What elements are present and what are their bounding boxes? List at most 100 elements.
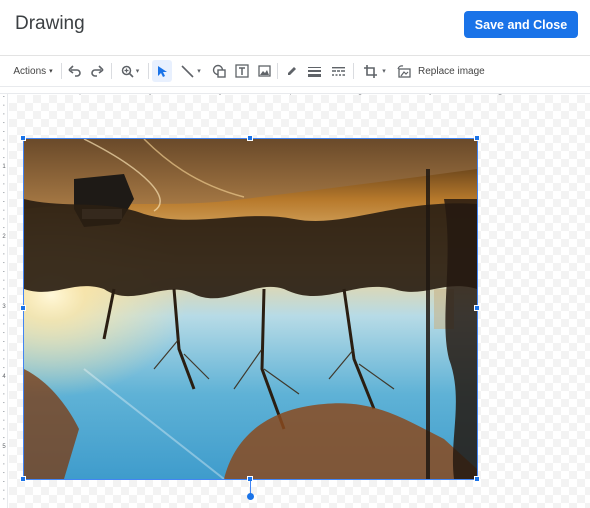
ruler-tick — [3, 244, 5, 246]
chevron-down-icon: ▾ — [382, 68, 386, 75]
line-tool-button[interactable]: ▾ — [175, 60, 207, 82]
ruler-tick — [3, 288, 5, 290]
resize-handle-bottom-left[interactable] — [20, 476, 26, 482]
ruler-tick — [3, 349, 5, 351]
line-weight-button[interactable] — [305, 60, 323, 82]
ruler-tick — [3, 472, 5, 474]
ruler-tick — [3, 402, 5, 404]
chevron-down-icon: ▾ — [135, 68, 140, 75]
zoom-button[interactable]: ▾ — [116, 60, 144, 82]
ruler-tick — [3, 192, 5, 194]
ruler-tick — [3, 367, 5, 369]
line-dash-icon — [331, 66, 345, 76]
ruler-mark: 4 — [2, 374, 6, 380]
ruler-tick — [3, 437, 5, 439]
resize-handle-right[interactable] — [474, 305, 480, 311]
ruler-tick — [3, 411, 5, 412]
shape-tool-button[interactable] — [210, 60, 228, 82]
toolbar-divider — [353, 63, 354, 79]
ruler-tick — [3, 174, 5, 176]
image-icon — [257, 65, 271, 77]
ruler-tick — [3, 498, 5, 500]
ruler-tick — [3, 297, 5, 299]
resize-handle-bottom-right[interactable] — [474, 476, 480, 482]
ruler-tick — [3, 96, 5, 97]
chevron-down-icon: ▾ — [197, 68, 201, 75]
resize-handle-top[interactable] — [247, 135, 253, 141]
select-icon — [157, 65, 167, 77]
ruler-mark: 3 — [2, 304, 6, 310]
select-tool-button[interactable] — [152, 60, 172, 82]
ruler-tick — [3, 489, 5, 491]
redo-icon — [91, 65, 104, 77]
ruler-tick — [3, 104, 5, 106]
ruler-tick — [3, 148, 5, 150]
ruler-tick — [3, 271, 5, 272]
resize-handle-left[interactable] — [20, 305, 26, 311]
resize-handle-top-left[interactable] — [20, 135, 26, 141]
rotate-handle[interactable] — [247, 493, 254, 500]
ruler-tick — [3, 481, 5, 482]
ruler-tick — [3, 419, 5, 421]
drawing-header: Drawing Save and Close — [0, 0, 590, 56]
ruler-tick — [3, 341, 5, 342]
crop-button[interactable]: ▾ — [359, 60, 391, 82]
ruler-tick — [3, 393, 5, 395]
toolbar-divider — [277, 63, 278, 79]
ruler-tick — [3, 201, 5, 202]
ruler-tick — [3, 463, 5, 465]
crop-icon — [364, 64, 378, 78]
textbox-tool-button[interactable] — [233, 60, 251, 82]
drawing-title: Drawing — [15, 13, 85, 34]
line-weight-icon — [307, 66, 321, 77]
ruler-tick — [3, 279, 5, 281]
ruler-tick — [3, 384, 5, 386]
toolbar-divider — [61, 63, 62, 79]
vertical-ruler: 1 2 3 4 5 — [0, 94, 8, 508]
ruler-tick — [3, 428, 5, 430]
ruler-tick — [3, 113, 5, 115]
shape-icon — [212, 64, 226, 78]
ruler-tick — [3, 262, 5, 264]
inserted-image[interactable] — [24, 139, 477, 479]
actions-label: Actions — [13, 65, 47, 77]
ruler-tick — [3, 332, 5, 334]
line-icon — [181, 64, 194, 78]
save-and-close-button[interactable]: Save and Close — [464, 11, 578, 38]
ruler-mark: 2 — [2, 234, 6, 240]
ruler-tick — [3, 139, 5, 141]
chevron-down-icon: ▾ — [49, 68, 53, 75]
ruler-tick — [3, 218, 5, 220]
ruler-tick — [3, 314, 5, 316]
redo-button[interactable] — [88, 60, 106, 82]
ruler-mark: 1 — [2, 164, 6, 170]
ruler-tick — [3, 227, 5, 229]
toolbar-divider — [148, 63, 149, 79]
zoom-icon — [121, 65, 134, 78]
ruler-tick — [3, 131, 5, 132]
pen-button[interactable] — [283, 60, 301, 82]
line-dash-button[interactable] — [328, 60, 348, 82]
ruler-tick — [3, 323, 5, 325]
ruler-mark: 5 — [2, 444, 6, 450]
ruler-tick — [3, 358, 5, 360]
ruler-tick — [3, 183, 5, 185]
actions-menu[interactable]: Actions ▾ — [10, 60, 56, 82]
horizontal-ruler: 1234567 — [0, 86, 590, 101]
landscape-photo-icon — [24, 139, 477, 479]
replace-image-button[interactable]: Replace image — [418, 60, 485, 82]
toolbar-divider — [111, 63, 112, 79]
reset-image-icon — [397, 64, 411, 78]
ruler-tick — [3, 209, 5, 211]
pen-icon — [288, 67, 296, 75]
ruler-tick — [3, 253, 5, 255]
reset-image-button[interactable] — [395, 60, 413, 82]
resize-handle-top-right[interactable] — [474, 135, 480, 141]
ruler-tick — [3, 157, 5, 159]
undo-icon — [68, 65, 81, 77]
undo-button[interactable] — [66, 60, 84, 82]
ruler-tick — [3, 122, 5, 124]
textbox-icon — [235, 64, 249, 78]
ruler-tick — [3, 454, 5, 456]
image-tool-button[interactable] — [255, 60, 273, 82]
